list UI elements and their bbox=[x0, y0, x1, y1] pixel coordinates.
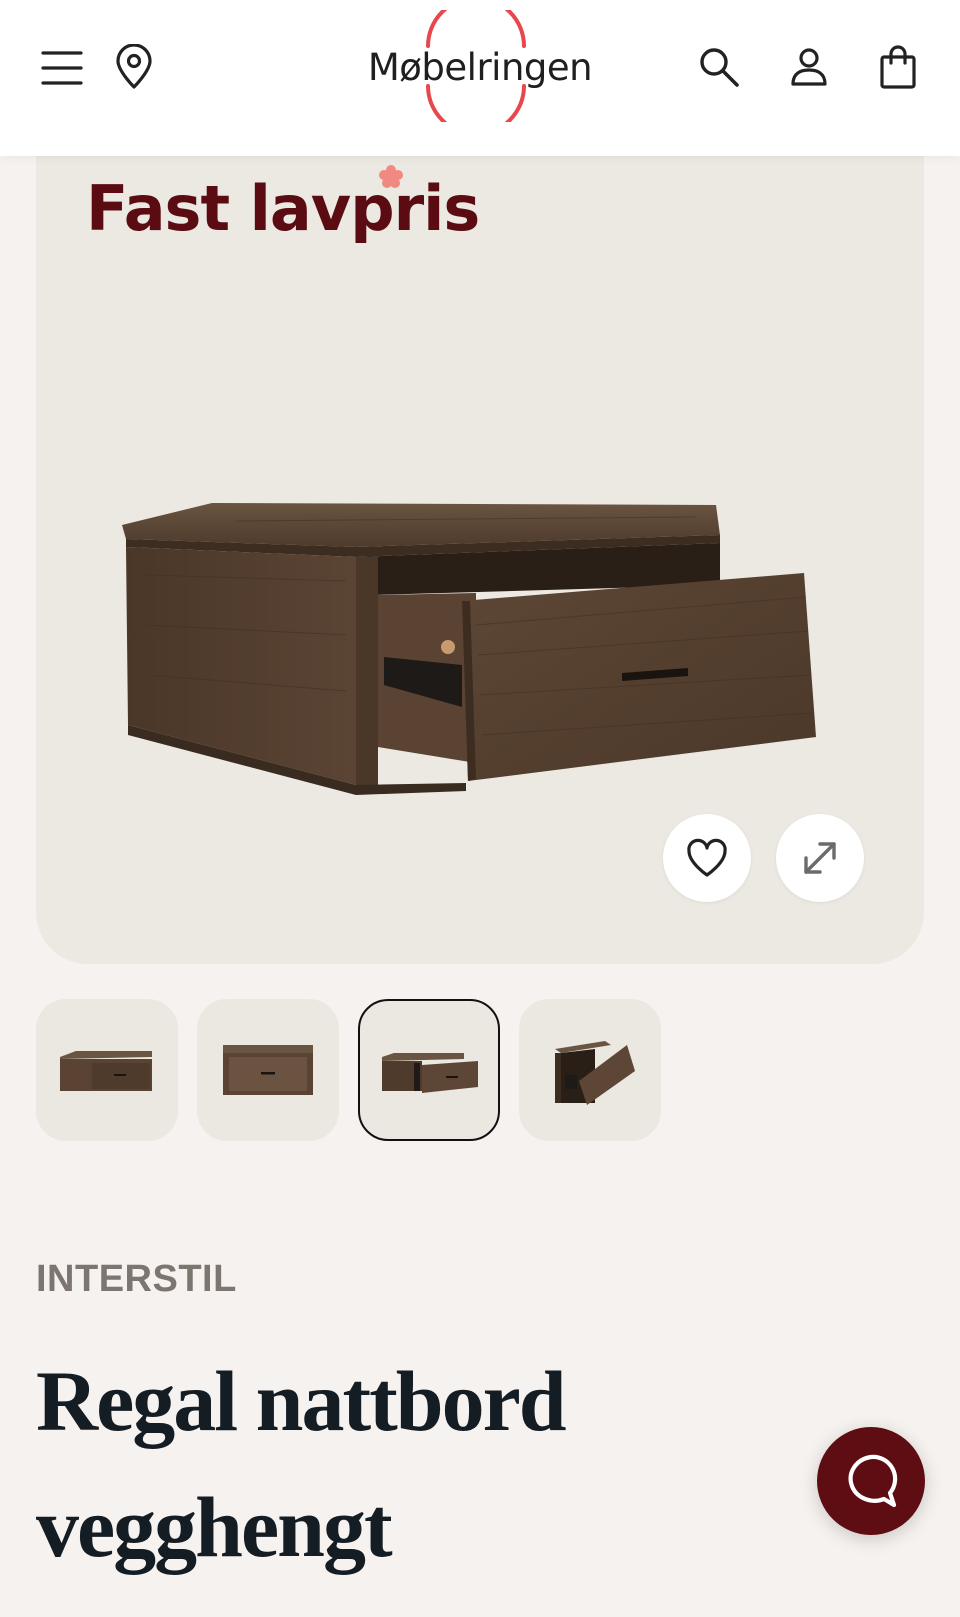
product-image bbox=[122, 503, 816, 795]
thumbnail-image bbox=[555, 1041, 635, 1105]
thumbnail-image bbox=[60, 1051, 152, 1091]
chat-button[interactable] bbox=[817, 1427, 925, 1535]
thumbnail-3[interactable] bbox=[358, 999, 500, 1141]
thumbnail-image bbox=[223, 1045, 313, 1095]
favorite-button[interactable] bbox=[663, 814, 751, 902]
product-brand[interactable]: INTERSTIL bbox=[36, 1258, 237, 1301]
menu-icon bbox=[41, 51, 83, 85]
shopping-bag-icon bbox=[880, 45, 916, 89]
store-locator-button[interactable] bbox=[108, 40, 160, 94]
thumbnail-4[interactable] bbox=[519, 999, 661, 1141]
expand-image-button[interactable] bbox=[776, 814, 864, 902]
fast-lavpris-badge: Fast lavpris bbox=[86, 172, 480, 245]
product-image-gallery[interactable]: Fast lavpris bbox=[36, 120, 924, 964]
cart-button[interactable] bbox=[872, 40, 924, 94]
search-button[interactable] bbox=[694, 42, 744, 92]
chat-bubble-icon bbox=[848, 1454, 898, 1508]
user-icon bbox=[791, 48, 827, 86]
expand-icon bbox=[804, 842, 836, 874]
product-title: Regal nattbord vegghengt bbox=[36, 1353, 567, 1575]
thumbnail-1[interactable] bbox=[36, 999, 178, 1141]
menu-button[interactable] bbox=[38, 44, 86, 92]
thumbnail-image bbox=[382, 1053, 478, 1093]
badge-flower-icon bbox=[379, 165, 403, 188]
logo-text: Møbelringen bbox=[367, 46, 593, 89]
site-logo[interactable]: Møbelringen bbox=[360, 10, 600, 122]
search-icon bbox=[700, 48, 739, 87]
thumbnail-2[interactable] bbox=[197, 999, 339, 1141]
heart-icon bbox=[687, 838, 727, 877]
account-button[interactable] bbox=[784, 42, 834, 92]
site-header: Møbelringen bbox=[0, 0, 960, 156]
location-pin-icon bbox=[116, 44, 152, 89]
